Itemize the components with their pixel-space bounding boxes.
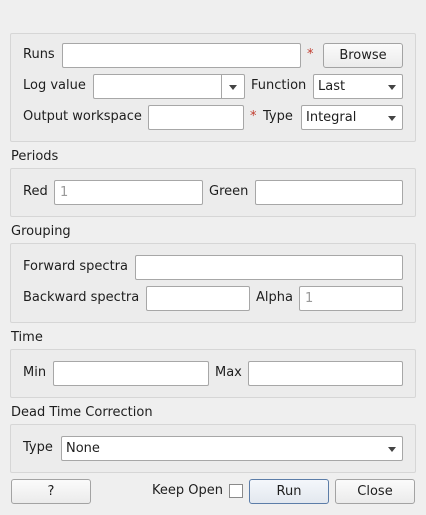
red-input[interactable]: 1 [54,180,203,205]
time-title: Time [11,330,43,345]
keep-open-label: Keep Open [152,483,223,498]
grouping-title: Grouping [11,224,71,239]
output-workspace-input[interactable] [148,105,244,130]
browse-button[interactable]: Browse [323,43,403,68]
function-select[interactable]: Last [313,74,403,99]
max-label: Max [215,365,242,380]
dead-time-type-label: Type [23,440,53,455]
help-button[interactable]: ? [11,479,91,504]
red-label: Red [23,184,48,199]
periods-title: Periods [11,149,59,164]
run-button[interactable]: Run [249,479,329,504]
close-button[interactable]: Close [335,479,415,504]
runs-input[interactable] [62,43,301,68]
log-value-combo[interactable] [93,74,245,99]
min-input[interactable] [53,361,209,386]
min-label: Min [23,365,47,380]
chevron-down-icon [388,447,396,452]
max-input[interactable] [248,361,403,386]
type-select[interactable]: Integral [301,105,403,130]
chevron-down-icon[interactable] [229,85,237,90]
log-value-combo-separator [221,75,222,98]
output-workspace-label: Output workspace [23,109,142,124]
dead-time-type-select[interactable]: None [61,436,403,461]
dead-time-type-selected-value: None [66,441,100,456]
function-label: Function [251,78,307,93]
dead-time-title: Dead Time Correction [11,405,153,420]
alpha-label: Alpha [256,290,293,305]
runs-label: Runs [23,47,55,62]
green-input[interactable] [255,180,403,205]
alpha-input[interactable]: 1 [299,286,403,311]
backward-spectra-label: Backward spectra [23,290,140,305]
type-label: Type [263,109,293,124]
chevron-down-icon [388,85,396,90]
keep-open-checkbox[interactable] [229,484,243,498]
green-label: Green [209,184,249,199]
forward-spectra-input[interactable] [135,255,403,280]
runs-required-mark: * [307,47,314,62]
forward-spectra-label: Forward spectra [23,259,128,274]
type-selected-value: Integral [306,110,357,125]
function-selected-value: Last [318,79,346,94]
log-value-label: Log value [23,78,86,93]
chevron-down-icon [388,116,396,121]
output-workspace-required-mark: * [250,109,257,124]
backward-spectra-input[interactable] [146,286,250,311]
